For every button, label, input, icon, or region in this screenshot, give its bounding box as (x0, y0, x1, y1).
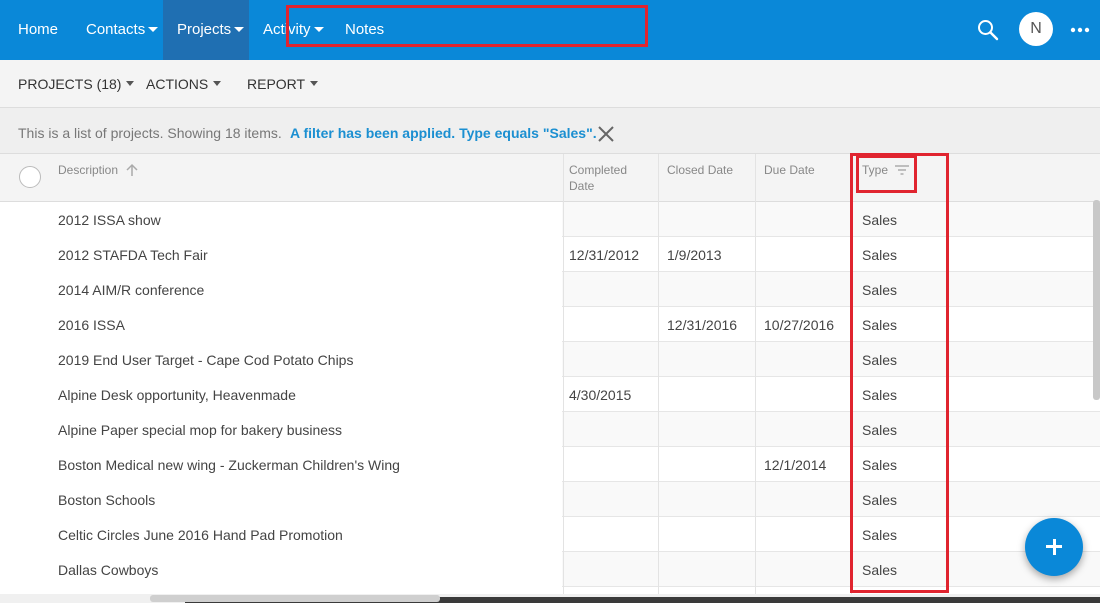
column-divider (563, 154, 564, 594)
cell-closed: 1/9/2013 (667, 247, 722, 263)
nav-contacts[interactable]: Contacts (72, 0, 172, 60)
cell-description[interactable]: 2014 AIM/R conference (58, 272, 204, 308)
cell-description[interactable]: Alpine Paper special mop for bakery busi… (58, 412, 342, 448)
column-header-completed-date[interactable]: Completed Date (569, 162, 627, 194)
column-header-completed-line2: Date (569, 179, 595, 193)
column-header-description-label: Description (58, 163, 119, 177)
close-icon[interactable] (596, 124, 616, 144)
actions-dropdown-label: ACTIONS (146, 76, 209, 92)
report-dropdown-label: REPORT (247, 76, 306, 92)
avatar[interactable]: N (1019, 12, 1053, 46)
chevron-down-icon (234, 26, 245, 32)
cell-description[interactable]: 2012 ISSA show (58, 202, 161, 238)
arrow-up-icon (126, 163, 138, 176)
app-page: Home Contacts Projects Activity Notes N … (0, 0, 1100, 603)
cell-closed: 12/31/2016 (667, 317, 738, 333)
type-column-highlight-box (850, 153, 949, 593)
cell-description[interactable]: 2016 ISSA (58, 307, 125, 343)
more-horizontal-icon[interactable] (1068, 20, 1092, 40)
nav-home[interactable]: Home (4, 0, 72, 60)
add-project-button[interactable] (1025, 518, 1083, 576)
list-summary-text: This is a list of projects. Showing 18 i… (18, 125, 282, 141)
chevron-down-icon (213, 81, 222, 87)
report-dropdown[interactable]: REPORT (247, 60, 319, 108)
horizontal-scrollbar-thumb[interactable] (150, 595, 440, 602)
chevron-down-icon (148, 26, 159, 32)
cell-description[interactable]: Alpine Desk opportunity, Heavenmade (58, 377, 296, 413)
cell-completed: 4/30/2015 (569, 387, 632, 403)
nav-projects[interactable]: Projects (163, 0, 249, 60)
cell-description[interactable]: Celtic Circles June 2016 Hand Pad Promot… (58, 517, 343, 553)
nav-home-label: Home (18, 21, 59, 38)
cell-description[interactable]: 2012 STAFDA Tech Fair (58, 237, 208, 273)
column-header-due-date[interactable]: Due Date (764, 162, 815, 178)
projects-dropdown[interactable]: PROJECTS (18) (18, 60, 135, 108)
toolbar: PROJECTS (18) ACTIONS REPORT (0, 60, 1100, 108)
type-header-highlight-box (856, 155, 917, 193)
cell-completed: 12/31/2012 (569, 247, 640, 263)
nav-contacts-label: Contacts (86, 21, 146, 38)
column-divider (658, 154, 659, 594)
filter-applied-link[interactable]: A filter has been applied. Type equals "… (290, 108, 597, 158)
filter-highlight-box (286, 5, 648, 47)
cell-due: 10/27/2016 (764, 317, 835, 333)
projects-dropdown-label: PROJECTS (18) (18, 76, 122, 92)
cell-description[interactable]: Dallas Cowboys (58, 552, 158, 588)
column-divider (755, 154, 756, 594)
column-header-completed-line1: Completed (569, 163, 628, 177)
plus-icon-vertical (1052, 539, 1056, 555)
cell-description[interactable]: Boston Schools (58, 482, 155, 518)
vertical-scrollbar[interactable] (1093, 200, 1100, 400)
column-header-description[interactable]: Description (58, 162, 139, 178)
actions-dropdown[interactable]: ACTIONS (146, 60, 222, 108)
chevron-down-icon (310, 81, 319, 87)
cell-description[interactable]: Boston Medical new wing - Zuckerman Chil… (58, 447, 400, 483)
nav-projects-label: Projects (177, 21, 232, 38)
info-bar: This is a list of projects. Showing 18 i… (0, 108, 1100, 154)
select-all-checkbox[interactable] (19, 166, 41, 188)
search-icon[interactable] (976, 18, 1000, 42)
chevron-down-icon (126, 81, 135, 87)
cell-due: 12/1/2014 (764, 457, 827, 473)
cell-description[interactable]: 2019 End User Target - Cape Cod Potato C… (58, 342, 353, 378)
column-header-closed-date[interactable]: Closed Date (667, 162, 733, 178)
